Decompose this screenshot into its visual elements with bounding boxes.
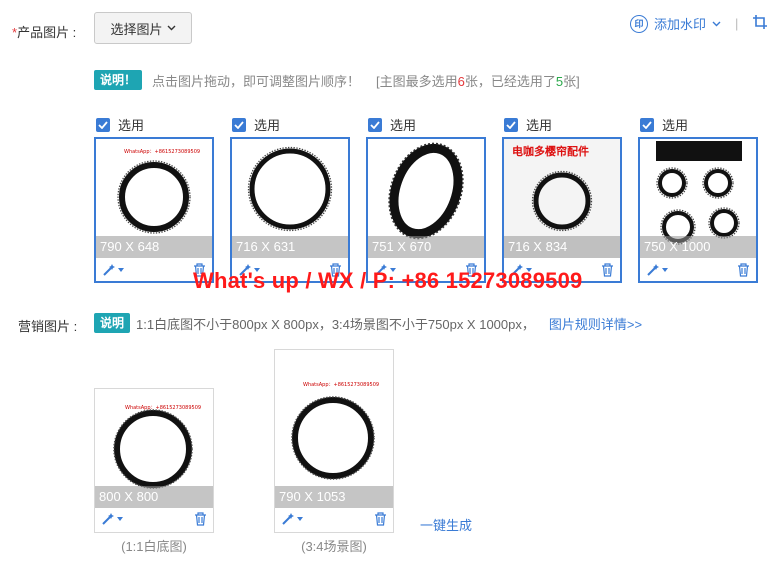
delete-icon[interactable] — [737, 262, 750, 277]
svg-text:电咖多樱帘配件: 电咖多樱帘配件 — [512, 144, 589, 158]
marketing-card-scene[interactable]: WhatsApp：+8615273089509 790 X 1053 — [274, 349, 394, 533]
marketing-thumb-scene: WhatsApp：+8615273089509 790 X 1053 — [275, 350, 393, 508]
edit-tool[interactable] — [281, 512, 303, 526]
checkbox-checked-icon[interactable] — [368, 117, 382, 132]
image-rules-link[interactable]: 图片规则详情>> — [549, 314, 642, 333]
select-images-button[interactable]: 选择图片 — [94, 12, 192, 44]
caption-square: (1:1白底图) — [121, 539, 187, 554]
image-dimension: 716 X 834 — [504, 236, 620, 258]
contact-overlay-text: What's up / WX / P: +86 15273089509 — [193, 268, 583, 293]
magic-wand-icon — [282, 513, 294, 525]
card-toolbar — [275, 506, 393, 532]
product-image-thumb: 716 X 631 — [232, 139, 348, 258]
magic-wand-icon — [102, 513, 114, 525]
checkbox-checked-icon[interactable] — [640, 117, 654, 132]
add-watermark-control[interactable]: 印 添加水印 | — [630, 14, 738, 33]
image-dimension: 790 X 1053 — [275, 486, 393, 508]
svg-text:WhatsApp：+8615273089509: WhatsApp：+8615273089509 — [303, 382, 379, 388]
max-count-hint: [主图最多选用6张，已经选用了5张] — [376, 73, 580, 89]
image-select-checkbox-row[interactable]: 选用 — [504, 115, 552, 134]
crop-icon[interactable] — [752, 14, 768, 30]
edit-tool[interactable] — [102, 263, 124, 277]
checkbox-checked-icon[interactable] — [232, 117, 246, 132]
note-badge: 说明！ — [94, 70, 143, 90]
chevron-down-icon — [712, 21, 721, 26]
one-click-generate-link[interactable]: 一键生成 — [420, 515, 472, 534]
svg-text:WhatsApp：+8615273089509: WhatsApp：+8615273089509 — [125, 405, 201, 411]
image-select-checkbox-row[interactable]: 选用 — [640, 115, 688, 134]
image-dimension: 800 X 800 — [95, 486, 213, 508]
magic-wand-icon — [647, 263, 659, 276]
marketing-size-hint: 1:1白底图不小于800px X 800px，3:4场景图不小于750px X … — [136, 316, 535, 332]
product-image-card[interactable]: 电咖多樱帘配件 716 X 834 — [502, 137, 622, 283]
marketing-card-square[interactable]: WhatsApp：+8615273089509 800 X 800 — [94, 388, 214, 533]
image-select-checkbox-row[interactable]: 选用 — [96, 115, 144, 134]
checkbox-checked-icon[interactable] — [504, 117, 518, 132]
product-image-thumb: 751 X 670 — [368, 139, 484, 258]
chevron-down-icon — [167, 25, 175, 31]
image-dimension: 750 X 1000 — [640, 236, 756, 258]
drag-hint: 点击图片拖动，即可调整图片顺序！ — [152, 73, 361, 89]
product-image-card[interactable]: 716 X 631 — [230, 137, 350, 283]
image-dimension: 790 X 648 — [96, 236, 212, 258]
magic-wand-icon — [103, 263, 115, 276]
divider: | — [735, 16, 739, 31]
product-hint-line: 说明！ 点击图片拖动，即可调整图片顺序！ [主图最多选用6张，已经选用了5张] — [94, 70, 580, 90]
checkbox-checked-icon[interactable] — [96, 117, 110, 132]
note-badge: 说明 — [94, 313, 131, 333]
edit-tool[interactable] — [646, 263, 668, 277]
card-toolbar — [640, 258, 756, 281]
image-select-checkbox-row[interactable]: 选用 — [368, 115, 416, 134]
watermark-icon: 印 — [630, 14, 648, 33]
product-image-thumb: 750 X 1000 — [640, 139, 756, 258]
product-images-label: *产品图片 : — [12, 25, 77, 40]
product-image-card[interactable]: 750 X 1000 — [638, 137, 758, 283]
image-dimension: 751 X 670 — [368, 236, 484, 258]
marketing-thumb-square: WhatsApp：+8615273089509 800 X 800 — [95, 389, 213, 508]
product-image-thumb: WhatsApp：+8615273089509 790 X 648 — [96, 139, 212, 258]
delete-icon[interactable] — [194, 512, 207, 526]
product-image-card[interactable]: WhatsApp：+8615273089509 790 X 648 — [94, 137, 214, 283]
image-dimension: 716 X 631 — [232, 236, 348, 258]
card-toolbar — [95, 506, 213, 532]
product-image-card[interactable]: 751 X 670 — [366, 137, 486, 283]
delete-icon[interactable] — [601, 262, 614, 277]
marketing-images-label: 营销图片 : — [18, 319, 78, 334]
marketing-hint-line: 说明 1:1白底图不小于800px X 800px，3:4场景图不小于750px… — [94, 313, 642, 333]
image-select-checkbox-row[interactable]: 选用 — [232, 115, 280, 134]
edit-tool[interactable] — [101, 512, 123, 526]
svg-text:WhatsApp：+8615273089509: WhatsApp：+8615273089509 — [124, 149, 200, 155]
product-image-thumb: 电咖多樱帘配件 716 X 834 — [504, 139, 620, 258]
caption-scene: (3:4场景图) — [301, 539, 367, 554]
delete-icon[interactable] — [374, 512, 387, 526]
